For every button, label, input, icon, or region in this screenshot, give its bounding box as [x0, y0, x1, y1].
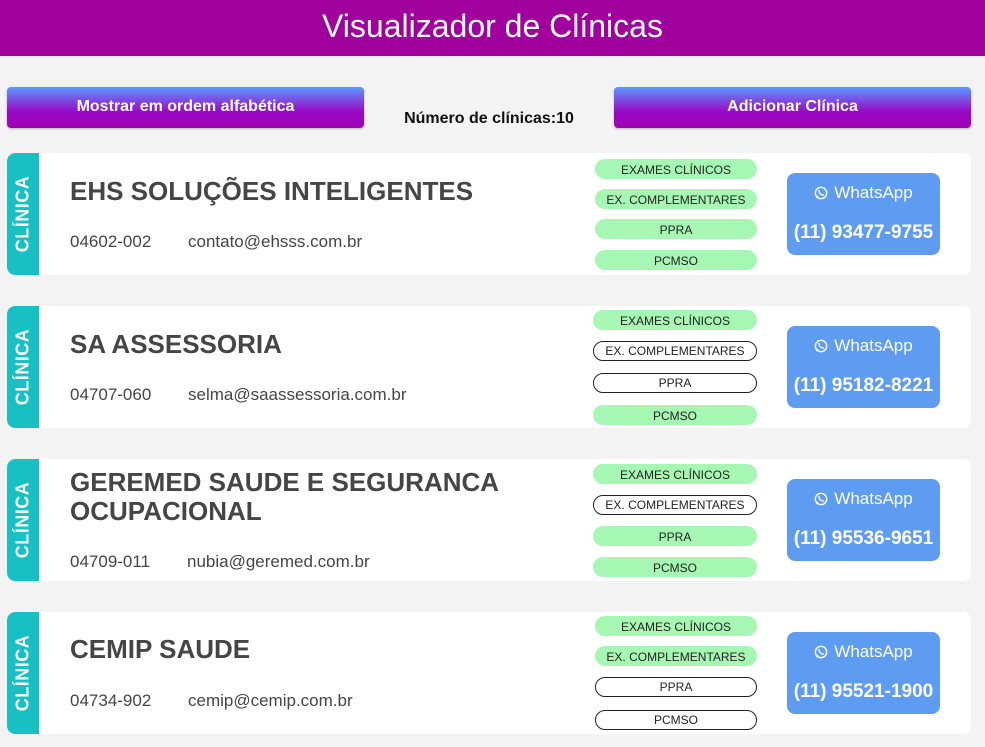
clinic-cep: 04707-060: [70, 385, 152, 404]
clinic-cep: 04709-011: [70, 552, 151, 571]
add-clinic-button[interactable]: Adicionar Clínica: [614, 87, 971, 128]
service-ppra: PPRA: [595, 219, 757, 239]
clinic-name-line: GEREMED SAUDE E SEGURANCA: [70, 467, 500, 497]
clinic-name: GEREMED SAUDE E SEGURANCA OCUPACIONAL: [70, 468, 540, 526]
clinic-card: CLÍNICA EHS SOLUÇÕES INTELIGENTES 04602-…: [7, 153, 971, 275]
clinic-name: SA ASSESSORIA: [70, 329, 282, 359]
service-pcmso: PCMSO: [593, 557, 757, 577]
clinic-phone: (11) 95521-1900: [793, 681, 934, 702]
whatsapp-button[interactable]: WhatsApp (11) 95521-1900: [787, 632, 940, 714]
whatsapp-icon: [814, 645, 828, 659]
clinic-tab: CLÍNICA: [7, 459, 39, 581]
service-ex-complementares: EX. COMPLEMENTARES: [595, 646, 757, 666]
clinic-phone: (11) 95536-9651: [793, 528, 934, 549]
service-exames-clinicos: EXAMES CLÍNICOS: [593, 464, 757, 484]
service-ex-complementares: EX. COMPLEMENTARES: [593, 341, 757, 361]
whatsapp-button[interactable]: WhatsApp (11) 95182-8221: [787, 326, 940, 408]
clinic-card: CLÍNICA GEREMED SAUDE E SEGURANCA OCUPAC…: [7, 459, 971, 581]
clinic-tab: CLÍNICA: [7, 306, 39, 428]
clinic-card: CLÍNICA CEMIP SAUDE 04734-902 cemip@cemi…: [7, 612, 971, 734]
service-pcmso: PCMSO: [595, 710, 757, 730]
service-exames-clinicos: EXAMES CLÍNICOS: [593, 310, 757, 330]
service-pcmso: PCMSO: [593, 405, 757, 425]
sort-alphabetical-button[interactable]: Mostrar em ordem alfabética: [7, 87, 364, 128]
clinic-cep: 04602-002: [70, 232, 152, 251]
whatsapp-label: WhatsApp: [834, 183, 913, 202]
clinic-phone: (11) 93477-9755: [793, 222, 934, 243]
service-ex-complementares: EX. COMPLEMENTARES: [593, 495, 757, 515]
page-title: Visualizador de Clínicas: [322, 8, 663, 44]
service-exames-clinicos: EXAMES CLÍNICOS: [595, 616, 757, 636]
whatsapp-label: WhatsApp: [834, 642, 913, 661]
clinic-tab: CLÍNICA: [7, 153, 39, 275]
clinic-tab-label: CLÍNICA: [12, 328, 33, 406]
service-pcmso: PCMSO: [595, 250, 757, 270]
whatsapp-icon: [814, 339, 828, 353]
page-header: Visualizador de Clínicas: [0, 0, 985, 56]
whatsapp-button[interactable]: WhatsApp (11) 95536-9651: [787, 479, 940, 561]
clinic-name-line: OCUPACIONAL: [70, 496, 262, 526]
whatsapp-label: WhatsApp: [834, 489, 913, 508]
clinic-tab-label: CLÍNICA: [12, 481, 33, 559]
service-ppra: PPRA: [593, 373, 757, 393]
clinic-tab-label: CLÍNICA: [12, 175, 33, 253]
whatsapp-label: WhatsApp: [834, 336, 913, 355]
clinic-cep: 04734-902: [70, 691, 152, 710]
clinic-name: EHS SOLUÇÕES INTELIGENTES: [70, 176, 474, 206]
clinic-phone: (11) 95182-8221: [793, 375, 934, 396]
clinic-email: selma@saassessoria.com.br: [188, 385, 407, 404]
clinic-tab-label: CLÍNICA: [12, 634, 33, 712]
clinic-tab: CLÍNICA: [7, 612, 39, 734]
clinic-name: CEMIP SAUDE: [70, 634, 251, 664]
service-exames-clinicos: EXAMES CLÍNICOS: [595, 159, 757, 179]
whatsapp-icon: [814, 186, 828, 200]
whatsapp-icon: [814, 492, 828, 506]
clinic-email: contato@ehsss.com.br: [188, 232, 363, 251]
service-ppra: PPRA: [595, 677, 757, 697]
clinic-email: nubia@geremed.com.br: [187, 552, 370, 571]
clinic-count: Número de clínicas:10: [404, 110, 574, 127]
clinic-card: CLÍNICA SA ASSESSORIA 04707-060 selma@sa…: [7, 306, 971, 428]
whatsapp-button[interactable]: WhatsApp (11) 93477-9755: [787, 173, 940, 255]
clinic-email: cemip@cemip.com.br: [188, 691, 353, 710]
service-ppra: PPRA: [593, 526, 757, 546]
service-ex-complementares: EX. COMPLEMENTARES: [595, 189, 757, 209]
